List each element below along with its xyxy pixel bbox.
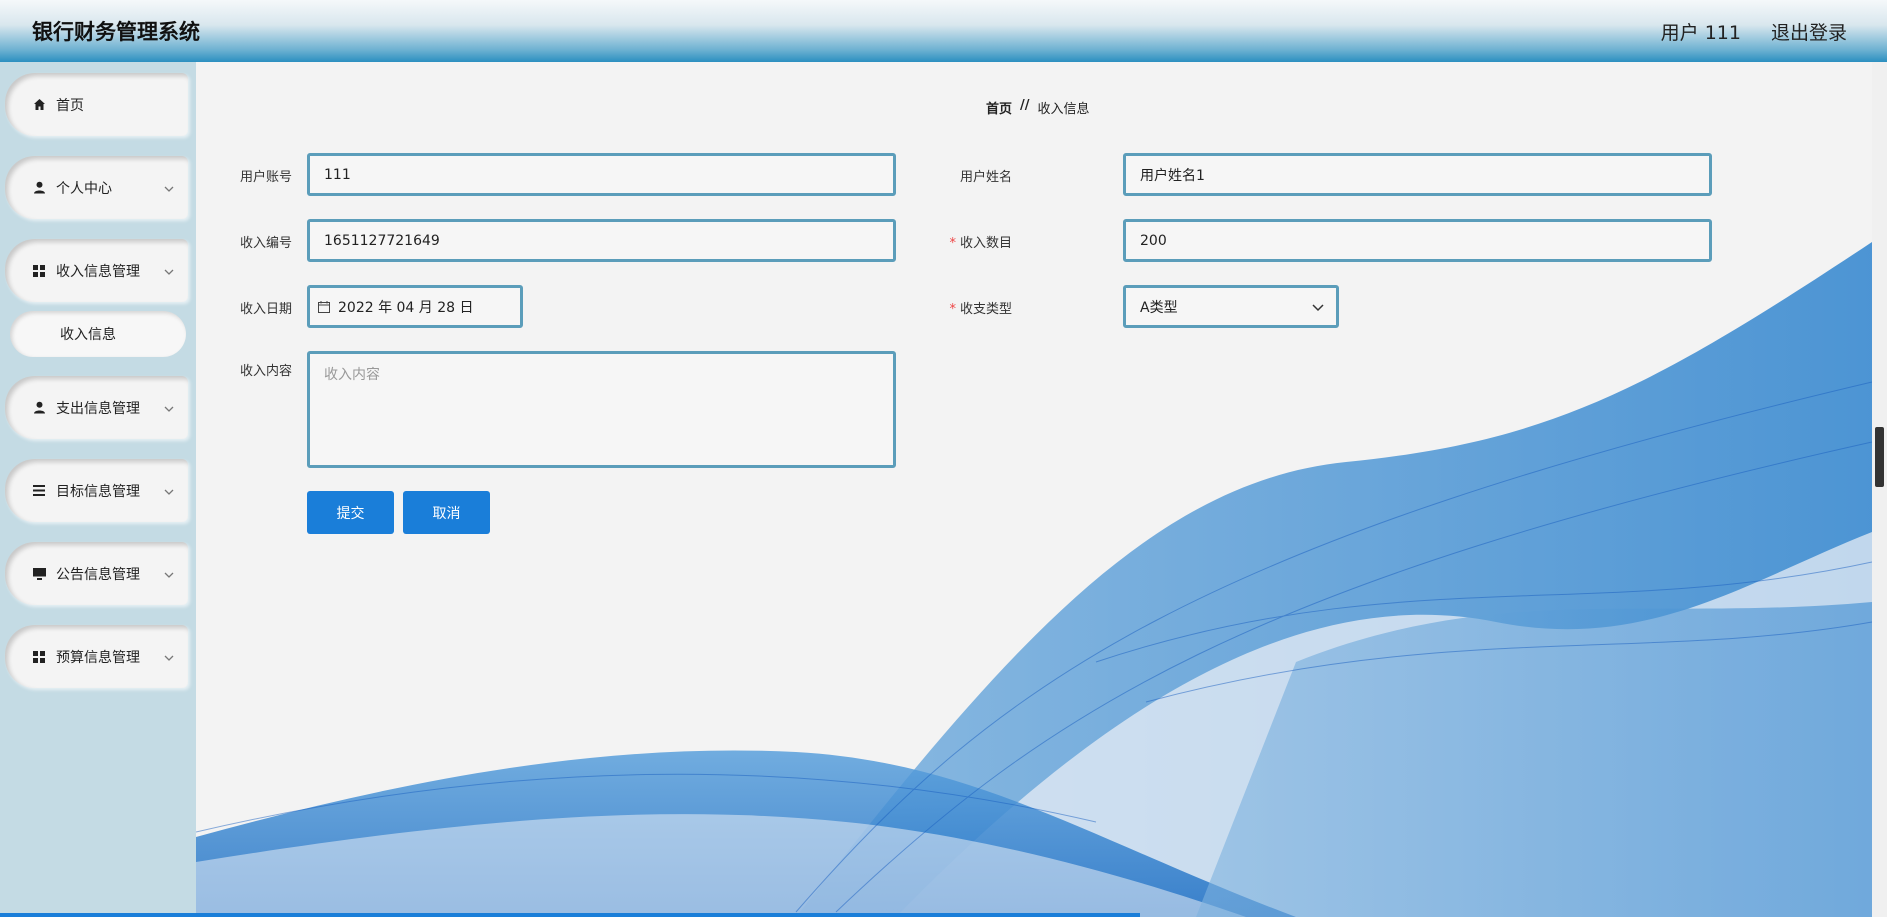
type-value: A类型 [1140,299,1178,316]
logout-link[interactable]: 退出登录 [1771,18,1847,45]
grid-icon [32,650,46,664]
type-select[interactable]: A类型 [1123,285,1339,328]
sidebar-subitem-label: 收入信息 [60,327,116,343]
sidebar: 首页 个人中心 收入信息管理 收入信息 支出信息管理 目标信息管理 公告信息管理… [0,62,196,917]
chevron-down-icon [164,649,174,665]
chevron-down-icon [1312,300,1324,316]
date-field[interactable]: 2022 年 04 月 28 日 [307,285,523,328]
scrollbar[interactable] [1872,62,1887,917]
sidebar-item-notice-management[interactable]: 公告信息管理 [5,542,188,605]
sidebar-item-income-management[interactable]: 收入信息管理 [5,239,188,302]
code-field[interactable]: 1651127721649 [307,219,896,262]
main-content: 首页 // 收入信息 用户账号 111 用户姓名 用户姓名1 收入编号 1651… [196,62,1872,917]
required-mark: * [949,236,956,251]
breadcrumb: 首页 // 收入信息 [986,98,1090,117]
sidebar-item-budget-management[interactable]: 预算信息管理 [5,625,188,688]
content-placeholder: 收入内容 [324,367,380,383]
amount-value: 200 [1140,232,1167,249]
amount-label-text: 收入数目 [959,236,1012,251]
user-icon [32,401,46,415]
grid-icon [32,264,46,278]
sidebar-item-label: 支出信息管理 [56,400,140,417]
chevron-down-icon [164,263,174,279]
sidebar-item-expense-management[interactable]: 支出信息管理 [5,376,188,439]
sidebar-item-label: 个人中心 [56,180,112,197]
user-icon [32,181,46,195]
list-icon [32,484,46,498]
current-user[interactable]: 用户 111 [1661,18,1741,45]
breadcrumb-home[interactable]: 首页 [986,98,1012,117]
sidebar-subitem-income-info[interactable]: 收入信息 [10,311,186,357]
cancel-button[interactable]: 取消 [403,491,490,534]
code-label: 收入编号 [239,236,292,251]
calendar-icon [318,300,330,313]
submit-button[interactable]: 提交 [307,491,394,534]
scrollbar-thumb[interactable] [1875,427,1884,487]
sidebar-item-home[interactable]: 首页 [5,73,188,136]
date-label: 收入日期 [239,302,292,317]
name-value: 用户姓名1 [1140,167,1205,184]
account-value: 111 [324,166,351,183]
chevron-down-icon [164,180,174,196]
content-label: 收入内容 [239,364,292,379]
name-field[interactable]: 用户姓名1 [1123,153,1712,196]
account-label: 用户账号 [239,170,292,185]
app-title: 银行财务管理系统 [32,20,200,44]
breadcrumb-separator: // [1020,98,1030,113]
chevron-down-icon [164,483,174,499]
sidebar-item-label: 预算信息管理 [56,649,140,666]
date-value: 2022 年 04 月 28 日 [338,299,474,316]
sidebar-item-target-management[interactable]: 目标信息管理 [5,459,188,522]
page-progress-bar [0,913,1140,917]
sidebar-item-label: 公告信息管理 [56,566,140,583]
sidebar-item-label: 目标信息管理 [56,483,140,500]
account-field[interactable]: 111 [307,153,896,196]
required-mark: * [949,302,956,317]
amount-label: * 收入数目 [912,232,1012,251]
breadcrumb-current: 收入信息 [1037,102,1090,117]
monitor-icon [32,567,46,581]
content-textarea[interactable]: 收入内容 [307,351,896,468]
top-header: 银行财务管理系统 用户 111 退出登录 [0,0,1887,62]
chevron-down-icon [164,566,174,582]
type-label: * 收支类型 [912,298,1012,317]
sidebar-item-label: 首页 [56,97,84,114]
name-label: 用户姓名 [959,170,1012,185]
type-label-text: 收支类型 [959,302,1012,317]
home-icon [32,98,46,112]
sidebar-item-personal-center[interactable]: 个人中心 [5,156,188,219]
header-actions: 用户 111 退出登录 [1661,18,1847,45]
sidebar-item-label: 收入信息管理 [56,263,140,280]
code-value: 1651127721649 [324,232,440,249]
chevron-down-icon [164,400,174,416]
amount-field[interactable]: 200 [1123,219,1712,262]
